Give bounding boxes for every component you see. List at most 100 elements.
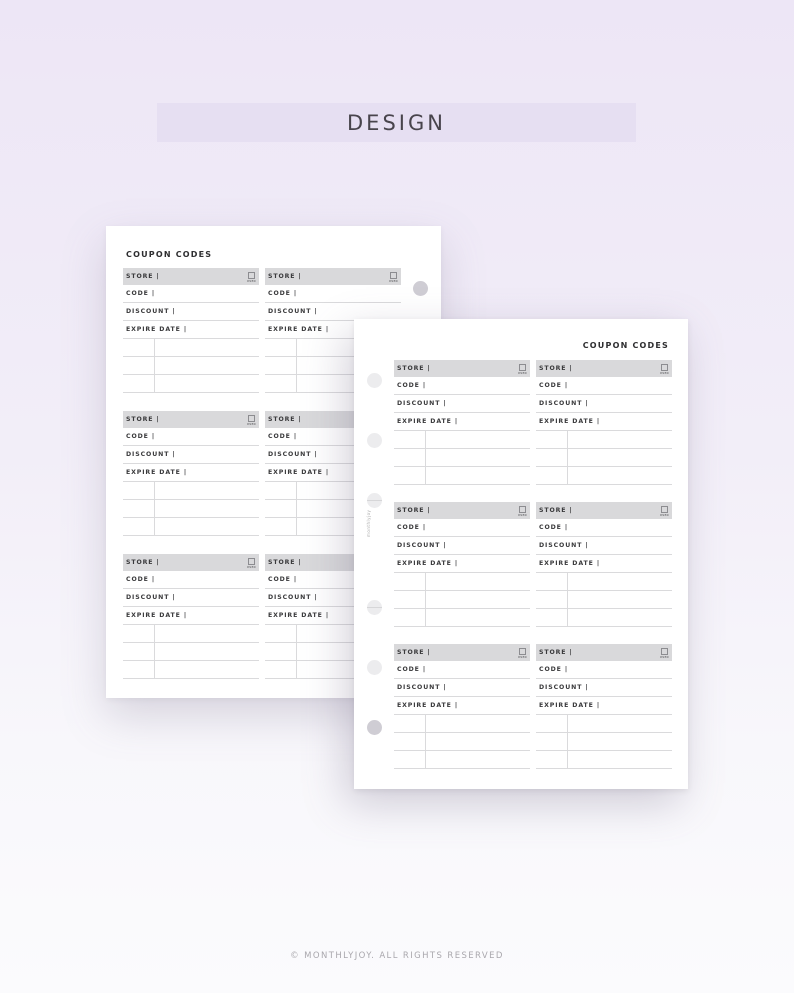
used-checkbox[interactable]: USED	[518, 363, 527, 375]
ring-hole	[367, 660, 382, 675]
discount-row[interactable]: DISCOUNT |	[394, 537, 530, 555]
notes-line	[394, 573, 530, 591]
store-row[interactable]: STORE | USED	[536, 644, 672, 661]
discount-row[interactable]: DISCOUNT |	[394, 679, 530, 697]
code-row[interactable]: CODE |	[394, 377, 530, 395]
expire-date-row[interactable]: EXPIRE DATE |	[536, 697, 672, 715]
discount-row[interactable]: DISCOUNT |	[123, 589, 259, 607]
used-label: USED	[517, 513, 527, 517]
expire-date-label: EXPIRE DATE |	[397, 702, 458, 709]
expire-date-row[interactable]: EXPIRE DATE |	[394, 697, 530, 715]
checkbox-icon[interactable]	[518, 647, 526, 655]
notes-area[interactable]	[536, 715, 672, 769]
used-checkbox[interactable]: USED	[247, 271, 256, 283]
used-label: USED	[246, 422, 256, 426]
notes-divider	[296, 625, 297, 679]
store-row[interactable]: STORE | USED	[265, 268, 401, 285]
code-row[interactable]: CODE |	[265, 285, 401, 303]
checkbox-icon[interactable]	[389, 271, 397, 279]
checkbox-icon[interactable]	[660, 647, 668, 655]
notes-line	[536, 751, 672, 769]
code-row[interactable]: CODE |	[536, 519, 672, 537]
used-label: USED	[388, 279, 398, 283]
discount-row[interactable]: DISCOUNT |	[123, 446, 259, 464]
checkbox-icon[interactable]	[247, 414, 255, 422]
coupon-card: STORE | USED CODE | DISCOUNT | EXPIRE DATE |	[394, 360, 530, 485]
notes-area[interactable]	[394, 431, 530, 485]
coupon-card: STORE | USED CODE | DISCOUNT | EXPIRE DATE |	[536, 644, 672, 769]
checkbox-icon[interactable]	[660, 505, 668, 513]
notes-area[interactable]	[536, 573, 672, 627]
code-row[interactable]: CODE |	[394, 519, 530, 537]
store-row[interactable]: STORE | USED	[123, 554, 259, 571]
expire-date-label: EXPIRE DATE |	[539, 418, 600, 425]
notes-area[interactable]	[123, 482, 259, 536]
expire-date-row[interactable]: EXPIRE DATE |	[536, 555, 672, 573]
store-row[interactable]: STORE | USED	[123, 411, 259, 428]
used-checkbox[interactable]: USED	[660, 647, 669, 659]
discount-row[interactable]: DISCOUNT |	[536, 679, 672, 697]
notes-area[interactable]	[394, 573, 530, 627]
expire-date-row[interactable]: EXPIRE DATE |	[123, 464, 259, 482]
expire-date-row[interactable]: EXPIRE DATE |	[394, 555, 530, 573]
store-row[interactable]: STORE | USED	[394, 502, 530, 519]
coupon-card: STORE | USED CODE | DISCOUNT | EXPIRE DATE |	[123, 411, 259, 536]
code-row[interactable]: CODE |	[394, 661, 530, 679]
checkbox-icon[interactable]	[660, 363, 668, 371]
used-checkbox[interactable]: USED	[388, 271, 398, 283]
expire-date-row[interactable]: EXPIRE DATE |	[394, 413, 530, 431]
store-label: STORE |	[397, 365, 431, 372]
notes-area[interactable]	[123, 339, 259, 393]
notes-area[interactable]	[536, 431, 672, 485]
notes-divider	[567, 573, 568, 627]
notes-divider	[296, 339, 297, 393]
discount-row[interactable]: DISCOUNT |	[536, 537, 672, 555]
checkbox-icon[interactable]	[518, 505, 526, 513]
ring-hole	[367, 600, 382, 615]
used-checkbox[interactable]: USED	[660, 505, 669, 517]
store-label: STORE |	[268, 559, 302, 566]
notes-line	[394, 467, 530, 485]
checkbox-icon[interactable]	[518, 363, 526, 371]
store-label: STORE |	[539, 507, 573, 514]
notes-line	[394, 715, 530, 733]
used-checkbox[interactable]: USED	[660, 363, 669, 375]
notes-area[interactable]	[394, 715, 530, 769]
code-row[interactable]: CODE |	[536, 661, 672, 679]
used-checkbox[interactable]: USED	[246, 414, 256, 426]
discount-row[interactable]: DISCOUNT |	[394, 395, 530, 413]
discount-label: DISCOUNT |	[268, 594, 318, 601]
used-label: USED	[517, 655, 527, 659]
notes-line	[394, 751, 530, 769]
brand-vertical-text: monthlyjoy	[366, 509, 371, 537]
ring-hole	[413, 281, 428, 296]
store-row[interactable]: STORE | USED	[536, 502, 672, 519]
notes-divider	[425, 715, 426, 769]
used-checkbox[interactable]: USED	[517, 505, 527, 517]
checkbox-icon[interactable]	[247, 557, 255, 565]
page-title: COUPON CODES	[126, 250, 213, 259]
expire-date-row[interactable]: EXPIRE DATE |	[123, 607, 259, 625]
code-row[interactable]: CODE |	[536, 377, 672, 395]
notes-area[interactable]	[123, 625, 259, 679]
discount-row[interactable]: DISCOUNT |	[536, 395, 672, 413]
store-row[interactable]: STORE | USED	[536, 360, 672, 377]
checkbox-icon[interactable]	[247, 271, 255, 279]
used-checkbox[interactable]: USED	[247, 557, 256, 569]
discount-label: DISCOUNT |	[539, 684, 589, 691]
expire-date-row[interactable]: EXPIRE DATE |	[123, 321, 259, 339]
code-row[interactable]: CODE |	[123, 428, 259, 446]
ring-hole	[367, 720, 382, 735]
discount-row[interactable]: DISCOUNT |	[123, 303, 259, 321]
code-row[interactable]: CODE |	[123, 285, 259, 303]
store-row[interactable]: STORE | USED	[123, 268, 259, 285]
coupon-card: STORE | USED CODE | DISCOUNT | EXPIRE DATE |	[123, 554, 259, 679]
used-checkbox[interactable]: USED	[517, 647, 527, 659]
code-label: CODE |	[397, 382, 426, 389]
code-row[interactable]: CODE |	[123, 571, 259, 589]
coupon-card: STORE | USED CODE | DISCOUNT | EXPIRE DATE |	[394, 502, 530, 627]
expire-date-row[interactable]: EXPIRE DATE |	[536, 413, 672, 431]
store-row[interactable]: STORE | USED	[394, 644, 530, 661]
store-row[interactable]: STORE | USED	[394, 360, 530, 377]
notes-divider	[154, 339, 155, 393]
